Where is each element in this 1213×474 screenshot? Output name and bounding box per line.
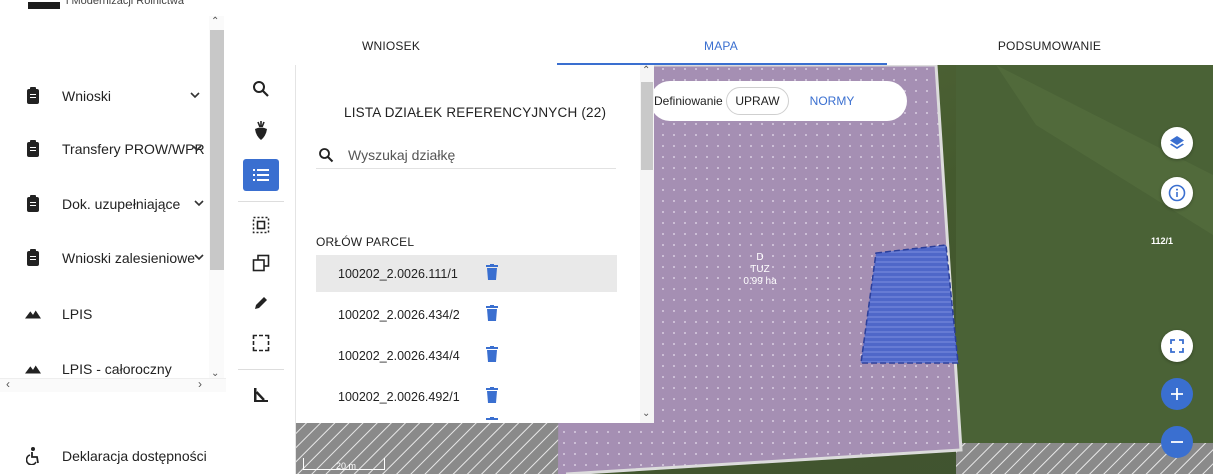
copy-icon: [252, 254, 270, 272]
accessibility-icon: [25, 447, 41, 465]
layers-button[interactable]: [1161, 127, 1193, 159]
rectangle-select-icon: [252, 334, 270, 352]
tool-column: [226, 65, 296, 474]
scroll-down-arrow-icon[interactable]: ⌄: [642, 408, 650, 419]
minus-icon: [1171, 441, 1183, 443]
sidebar-item-label: Wnioski zalesieniowe: [62, 250, 196, 266]
fullscreen-icon: [1170, 339, 1184, 353]
plot-id-label: 112/1: [1151, 236, 1174, 246]
zoom-in-button[interactable]: [1161, 378, 1193, 410]
sidebar-item-label: Dok. uzupełniające: [62, 196, 181, 212]
chevron-down-icon: [194, 200, 204, 207]
tabs: WNIOSEK MAPA PODSUMOWANIE: [226, 27, 1213, 65]
scroll-right-arrow-icon[interactable]: ›: [198, 377, 202, 391]
tool-divider: [238, 369, 284, 370]
segment-upraw[interactable]: UPRAW: [726, 87, 789, 115]
tool-divider: [238, 201, 284, 202]
trash-icon[interactable]: [486, 305, 498, 321]
fullscreen-button[interactable]: [1161, 330, 1193, 362]
tab-wniosek[interactable]: WNIOSEK: [226, 27, 556, 65]
sidebar-scrollbar-thumb[interactable]: [210, 30, 224, 270]
sidebar-item-label: Deklaracja dostępności: [62, 448, 207, 464]
clipboard-icon: [25, 86, 41, 105]
list-tool[interactable]: [243, 159, 279, 191]
app-root: D TUZ 0.99 ha 112/1 20 m Definiowanie UP…: [0, 0, 1213, 474]
tab-mapa[interactable]: MAPA: [556, 27, 886, 65]
define-label: Definiowanie: [654, 94, 723, 108]
sidebar-item-wnioski-zalesieniowe[interactable]: Wnioski zalesieniowe: [0, 238, 210, 278]
panel-scrollbar-thumb[interactable]: [641, 82, 653, 170]
crop-tool[interactable]: [243, 115, 279, 147]
parcel-label: D TUZ 0.99 ha: [738, 252, 782, 288]
list-icon: [253, 169, 269, 181]
sidebar-item-label: LPIS - całoroczny: [62, 361, 172, 377]
beet-icon: [255, 121, 267, 140]
zoom-out-button[interactable]: [1161, 426, 1193, 458]
scale-label: 20 m: [336, 461, 357, 471]
parcel-row[interactable]: 100202_2.0026.434/2: [316, 296, 617, 333]
draw-rectangle-tool[interactable]: [243, 327, 279, 359]
trash-icon[interactable]: [486, 387, 498, 403]
parcel-label-line2: TUZ: [750, 264, 770, 275]
parcel-id: 100202_2.0026.434/2: [338, 307, 460, 322]
parcel-label-line3: 0.99 ha: [743, 276, 777, 287]
parcel-row[interactable]: 100202_2.0026.492/1: [316, 378, 617, 415]
scroll-up-arrow-icon[interactable]: ⌃: [642, 65, 650, 76]
parcel-row[interactable]: 100202_2.0026.111/1: [316, 255, 617, 292]
sidebar-item-lpis[interactable]: LPIS: [0, 294, 210, 334]
ruler-angle-icon: [254, 388, 268, 402]
brand-logo: [28, 2, 60, 9]
segment-normy[interactable]: NORMY: [802, 87, 862, 115]
sidebar-item-dok-uzupelniajace[interactable]: Dok. uzupełniające: [0, 184, 210, 224]
define-toggle: Definiowanie UPRAW NORMY: [650, 81, 907, 121]
trash-icon: [486, 417, 498, 420]
select-area-icon: [252, 216, 270, 234]
search-tool[interactable]: [243, 73, 279, 105]
clipboard-icon: [25, 248, 41, 267]
sidebar-item-label: LPIS: [62, 306, 93, 322]
layers-icon: [1170, 136, 1184, 149]
parcel-search-input[interactable]: [348, 143, 608, 167]
plus-icon: [1171, 388, 1183, 400]
parcel-id: 100202_2.0026.434/4: [338, 348, 460, 363]
brand: i Modernizacji Rolnictwa: [28, 0, 184, 18]
sidebar-horizontal-scrollbar[interactable]: [0, 378, 226, 392]
select-area-tool[interactable]: [243, 209, 279, 241]
parcel-search: [316, 143, 616, 169]
parcel-id: 100202_2.0026.111/1: [338, 266, 458, 281]
info-icon: [1168, 184, 1186, 202]
info-button[interactable]: [1161, 177, 1193, 209]
sidebar-item-wnioski[interactable]: Wnioski: [0, 76, 210, 116]
trash-icon[interactable]: [486, 346, 498, 362]
clipboard-icon: [25, 194, 41, 213]
search-icon: [253, 81, 269, 97]
brand-text: i Modernizacji Rolnictwa: [66, 0, 184, 7]
sidebar-item-label: Transfery PROW/WPR: [62, 141, 205, 157]
parcel-label-line1: D: [756, 252, 764, 263]
scroll-up-arrow-icon[interactable]: ⌃: [211, 16, 219, 27]
group-label: ORŁÓW PARCEL: [316, 235, 415, 249]
pencil-icon: [255, 297, 267, 309]
scroll-left-arrow-icon[interactable]: ‹: [6, 377, 10, 391]
parcel-row[interactable]: 100202_2.0026.434/4: [316, 337, 617, 374]
edit-tool[interactable]: [243, 287, 279, 319]
clipboard-icon: [25, 139, 41, 158]
panel-title: LISTA DZIAŁEK REFERENCYJNYCH (22): [344, 105, 607, 120]
copy-tool[interactable]: [243, 247, 279, 279]
chevron-down-icon: [190, 92, 200, 99]
mountain-icon: [25, 305, 41, 323]
chevron-down-icon: [194, 254, 204, 261]
search-icon: [319, 148, 334, 163]
trash-icon[interactable]: [486, 264, 498, 280]
chevron-down-icon: [192, 145, 202, 152]
parcel-list-panel: LISTA DZIAŁEK REFERENCYJNYCH (22) ORŁÓW …: [296, 65, 654, 423]
sidebar-item-accessibility[interactable]: Deklaracja dostępności: [0, 438, 226, 474]
sidebar-item-label: Wnioski: [62, 88, 112, 104]
mountain-icon: [25, 360, 41, 378]
sidebar: i Modernizacji Rolnictwa Wnioski Transfe…: [0, 0, 226, 474]
parcel-id: 100202_2.0026.492/1: [338, 389, 460, 404]
measure-tool[interactable]: [243, 379, 279, 411]
tab-podsumowanie[interactable]: PODSUMOWANIE: [886, 27, 1213, 65]
sidebar-item-transfery[interactable]: Transfery PROW/WPR: [0, 129, 210, 169]
